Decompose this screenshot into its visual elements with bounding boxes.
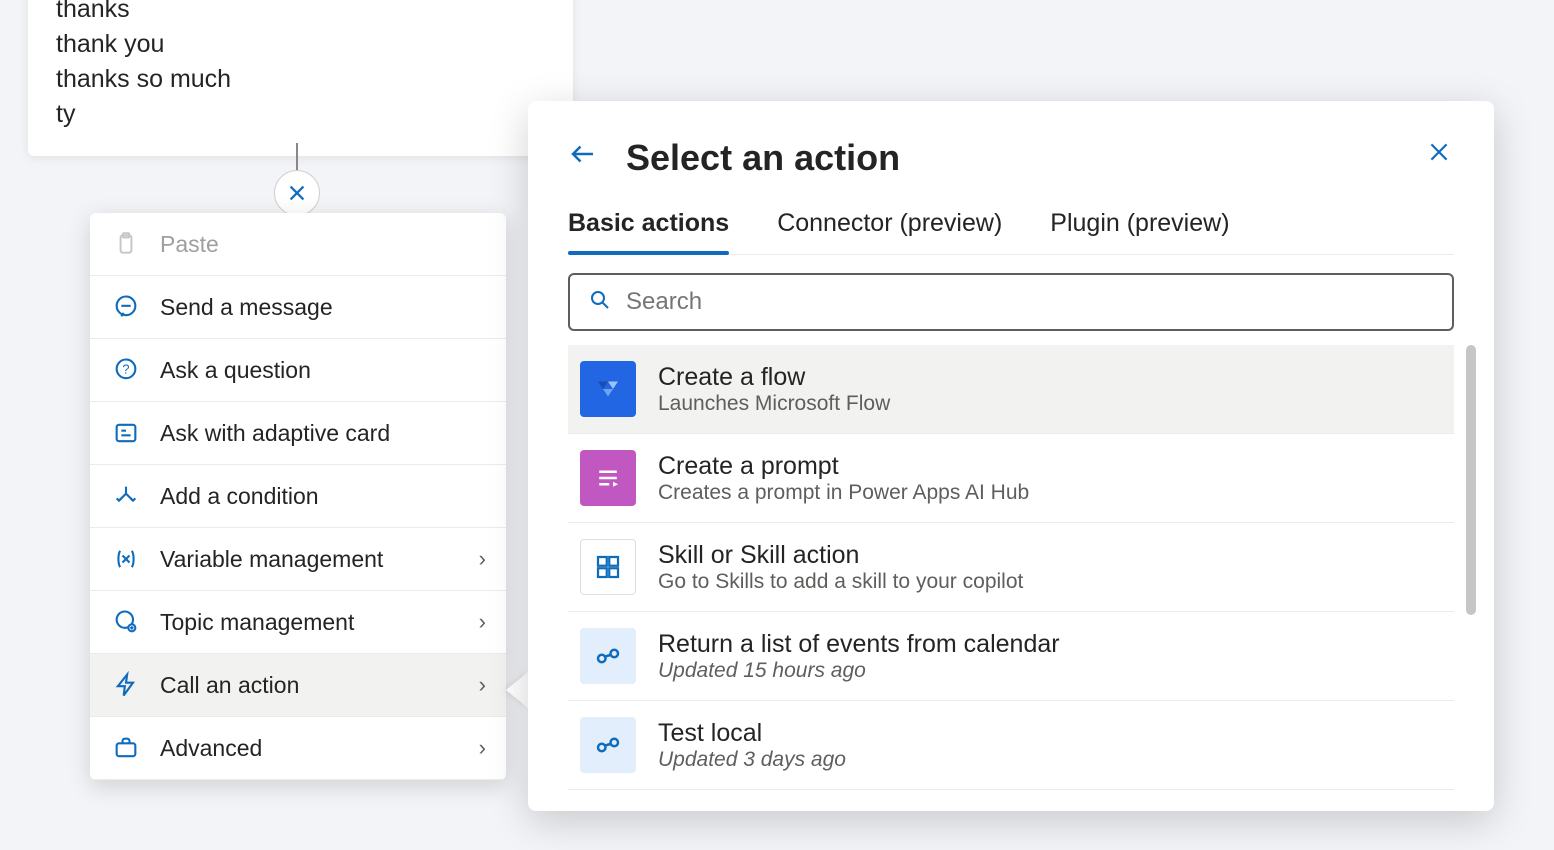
- close-button[interactable]: [1426, 139, 1452, 173]
- cloud-flow-icon: [580, 628, 636, 684]
- flyout-pointer: [506, 672, 528, 708]
- action-title: Create a flow: [658, 363, 890, 392]
- menu-label: Add a condition: [160, 483, 319, 510]
- node-context-menu: Paste Send a message ? Ask a question As…: [90, 213, 506, 780]
- menu-item-advanced[interactable]: Advanced ›: [90, 717, 506, 780]
- phrase-item: thanks: [56, 0, 545, 27]
- action-title: Skill or Skill action: [658, 541, 1023, 570]
- menu-item-variable[interactable]: Variable management ›: [90, 528, 506, 591]
- action-subtitle: Go to Skills to add a skill to your copi…: [658, 570, 1023, 594]
- close-icon: [1426, 139, 1452, 165]
- panel-tabs: Basic actions Connector (preview) Plugin…: [568, 209, 1454, 255]
- add-node-button-closed[interactable]: [274, 170, 320, 216]
- flow-icon: [580, 361, 636, 417]
- panel-title: Select an action: [626, 137, 900, 179]
- panel-header: Select an action: [568, 137, 1454, 179]
- menu-label: Topic management: [160, 609, 354, 636]
- briefcase-icon: [110, 732, 142, 764]
- chevron-right-icon: ›: [479, 672, 486, 698]
- menu-label: Ask a question: [160, 357, 311, 384]
- lightning-icon: [110, 669, 142, 701]
- chevron-right-icon: ›: [479, 609, 486, 635]
- phrase-item: ty: [56, 97, 545, 132]
- search-box[interactable]: [568, 273, 1454, 331]
- topic-icon: [110, 606, 142, 638]
- trigger-phrases-card: thanks thank you thanks so much ty: [28, 0, 573, 156]
- menu-item-call-action[interactable]: Call an action ›: [90, 654, 506, 717]
- action-picker-panel: Select an action Basic actions Connector…: [528, 101, 1494, 811]
- clipboard-icon: [110, 228, 142, 260]
- question-icon: ?: [110, 354, 142, 386]
- prompt-icon: [580, 450, 636, 506]
- cloud-flow-icon: [580, 717, 636, 773]
- menu-item-send-message[interactable]: Send a message: [90, 276, 506, 339]
- close-icon: [286, 182, 308, 204]
- action-subtitle: Updated 15 hours ago: [658, 659, 1060, 683]
- menu-label: Ask with adaptive card: [160, 420, 390, 447]
- card-icon: [110, 417, 142, 449]
- menu-item-paste[interactable]: Paste: [90, 213, 506, 276]
- chevron-right-icon: ›: [479, 735, 486, 761]
- chevron-right-icon: ›: [479, 546, 486, 572]
- menu-label: Send a message: [160, 294, 333, 321]
- menu-item-ask-question[interactable]: ? Ask a question: [90, 339, 506, 402]
- menu-label: Paste: [160, 231, 219, 258]
- search-icon: [588, 288, 612, 317]
- branch-icon: [110, 480, 142, 512]
- action-create-prompt[interactable]: Create a prompt Creates a prompt in Powe…: [568, 434, 1454, 523]
- search-input[interactable]: [626, 288, 1434, 316]
- action-subtitle: Creates a prompt in Power Apps AI Hub: [658, 481, 1029, 505]
- back-button[interactable]: [568, 139, 598, 177]
- action-create-flow[interactable]: Create a flow Launches Microsoft Flow: [568, 345, 1454, 434]
- action-list: Create a flow Launches Microsoft Flow Cr…: [568, 345, 1454, 790]
- skill-icon: [580, 539, 636, 595]
- phrase-item: thanks so much: [56, 62, 545, 97]
- menu-item-topic[interactable]: Topic management ›: [90, 591, 506, 654]
- tab-plugin[interactable]: Plugin (preview): [1050, 209, 1229, 254]
- menu-item-condition[interactable]: Add a condition: [90, 465, 506, 528]
- action-title: Return a list of events from calendar: [658, 630, 1060, 659]
- action-skill[interactable]: Skill or Skill action Go to Skills to ad…: [568, 523, 1454, 612]
- scrollbar[interactable]: [1466, 345, 1476, 615]
- action-test-local[interactable]: Test local Updated 3 days ago: [568, 701, 1454, 790]
- tab-connector[interactable]: Connector (preview): [777, 209, 1002, 254]
- action-subtitle: Launches Microsoft Flow: [658, 392, 890, 416]
- action-title: Create a prompt: [658, 452, 1029, 481]
- variable-icon: [110, 543, 142, 575]
- phrase-item: thank you: [56, 27, 545, 62]
- arrow-left-icon: [568, 139, 598, 169]
- menu-label: Advanced: [160, 735, 262, 762]
- menu-label: Variable management: [160, 546, 383, 573]
- chat-icon: [110, 291, 142, 323]
- tab-basic-actions[interactable]: Basic actions: [568, 209, 729, 254]
- menu-item-adaptive-card[interactable]: Ask with adaptive card: [90, 402, 506, 465]
- action-events[interactable]: Return a list of events from calendar Up…: [568, 612, 1454, 701]
- action-subtitle: Updated 3 days ago: [658, 748, 846, 772]
- action-title: Test local: [658, 719, 846, 748]
- svg-text:?: ?: [122, 362, 129, 377]
- menu-label: Call an action: [160, 672, 299, 699]
